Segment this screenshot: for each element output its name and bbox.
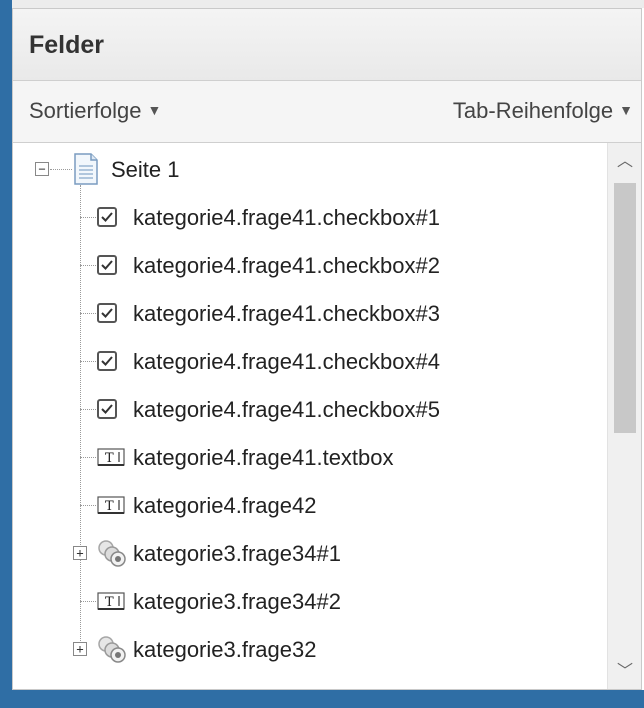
tab-order-dropdown[interactable]: Tab-Reihenfolge ▼: [453, 98, 633, 124]
checkbox-icon: [97, 207, 117, 227]
tree-item[interactable]: T kategorie3.frage34#2: [13, 581, 607, 621]
sort-order-dropdown[interactable]: Sortierfolge ▼: [29, 98, 161, 124]
chevron-down-icon: ▼: [147, 102, 162, 118]
panel-header: Felder: [13, 9, 641, 81]
tree-item-label: kategorie4.frage41.checkbox#4: [133, 349, 440, 374]
tree-item-label: kategorie4.frage41.checkbox#1: [133, 205, 440, 230]
tree-item-label: kategorie4.frage41.checkbox#5: [133, 397, 440, 422]
sort-order-label: Sortierfolge: [29, 98, 142, 123]
svg-text:T: T: [105, 499, 114, 514]
tree-item[interactable]: kategorie4.frage41.checkbox#5: [13, 389, 607, 429]
tree-connector: [80, 409, 96, 410]
scroll-down-arrow-icon[interactable]: ﹀: [608, 657, 641, 687]
window-bottom-border: [0, 690, 644, 708]
tree-item[interactable]: T kategorie4.frage41.textbox: [13, 437, 607, 477]
checkbox-icon: [97, 303, 117, 323]
radio-group-icon: [98, 540, 126, 567]
tree-item[interactable]: kategorie4.frage41.checkbox#1: [13, 197, 607, 237]
tree-item[interactable]: + kategorie3.frage34#1: [13, 533, 607, 573]
svg-text:T: T: [105, 451, 114, 466]
tree-root-label: Seite 1: [111, 157, 180, 182]
tree-item-label: kategorie4.frage41.checkbox#3: [133, 301, 440, 326]
tree-item[interactable]: + kategorie3.frage32: [13, 629, 607, 669]
window-left-border: [0, 0, 12, 708]
sort-bar: Sortierfolge ▼ Tab-Reihenfolge ▼: [13, 81, 641, 143]
checkbox-icon: [97, 399, 117, 419]
scroll-up-arrow-icon[interactable]: ︿: [608, 147, 641, 177]
collapse-toggle-icon[interactable]: −: [35, 162, 49, 176]
tree-item-label: kategorie4.frage42: [133, 493, 317, 518]
radio-group-icon: [98, 636, 126, 663]
tree-item-label: kategorie4.frage41.checkbox#2: [133, 253, 440, 278]
tree-item[interactable]: T kategorie4.frage42: [13, 485, 607, 525]
fields-panel: Felder Sortierfolge ▼ Tab-Reihenfolge ▼ − …: [12, 8, 642, 690]
tree-root-page[interactable]: − Seite 1: [13, 149, 607, 189]
tree-connector: [80, 217, 96, 218]
tree-connector: [80, 265, 96, 266]
textfield-icon: T: [97, 592, 125, 610]
tree-item-label: kategorie3.frage34#1: [133, 541, 341, 566]
fields-tree: − Seite 1 kategorie4.frage41.checkbox#1 …: [13, 143, 607, 689]
page-icon: [74, 153, 98, 185]
textfield-icon: T: [97, 448, 125, 466]
tree-connector: [80, 361, 96, 362]
tree-connector: [80, 457, 96, 458]
expand-toggle-icon[interactable]: +: [73, 642, 87, 656]
tree-item-label: kategorie3.frage32: [133, 637, 317, 662]
tree-item[interactable]: kategorie4.frage41.checkbox#3: [13, 293, 607, 333]
checkbox-icon: [97, 351, 117, 371]
tree-connector: [80, 313, 96, 314]
tree-item-label: kategorie3.frage34#2: [133, 589, 341, 614]
textfield-icon: T: [97, 496, 125, 514]
tree-connector: [50, 169, 72, 170]
checkbox-icon: [97, 255, 117, 275]
window-top-edge: [0, 0, 644, 8]
tree-connector: [80, 601, 96, 602]
expand-toggle-icon[interactable]: +: [73, 546, 87, 560]
vertical-scrollbar[interactable]: ︿ ﹀: [607, 143, 641, 689]
scroll-thumb[interactable]: [614, 183, 636, 433]
panel-title: Felder: [29, 31, 105, 59]
tree-item[interactable]: kategorie4.frage41.checkbox#4: [13, 341, 607, 381]
tree-item-label: kategorie4.frage41.textbox: [133, 445, 394, 470]
chevron-down-icon: ▼: [619, 102, 633, 118]
tree-connector: [80, 505, 96, 506]
tree-item[interactable]: kategorie4.frage41.checkbox#2: [13, 245, 607, 285]
svg-text:T: T: [105, 595, 114, 610]
tab-order-label: Tab-Reihenfolge: [452, 98, 614, 123]
